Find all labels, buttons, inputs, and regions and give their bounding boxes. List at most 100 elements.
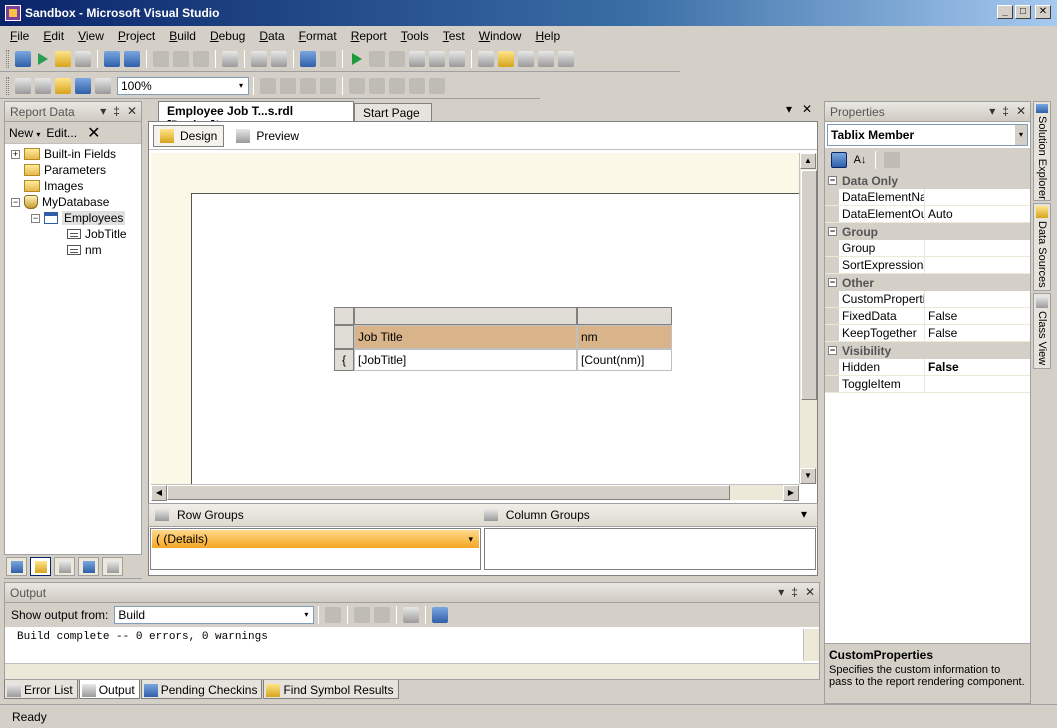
close-icon[interactable]: ✕: [805, 585, 815, 599]
tab-design[interactable]: Design: [153, 124, 225, 147]
tablix[interactable]: { Job Title nm [JobTitle] [Count(nm)]: [334, 307, 674, 373]
tree-item-employees[interactable]: − Employees: [5, 210, 141, 226]
save-icon[interactable]: [104, 50, 120, 67]
menu-project[interactable]: Project: [118, 29, 155, 43]
tab-pending-checkins[interactable]: Pending Checkins: [140, 680, 263, 699]
property-value[interactable]: False: [925, 308, 1030, 324]
delete-icon[interactable]: ✕: [87, 123, 100, 143]
word-wrap-icon[interactable]: [432, 607, 449, 623]
properties-window-icon[interactable]: [518, 50, 534, 67]
tools-icon[interactable]: [538, 50, 554, 67]
expand-icon[interactable]: +: [11, 149, 20, 159]
find-icon[interactable]: [222, 50, 238, 67]
tab-employee-report-design[interactable]: Employee Job T...s.rdl [Design]*: [158, 101, 354, 132]
property-row[interactable]: DataElementNam: [825, 189, 1030, 206]
find-in-files-icon[interactable]: [478, 50, 494, 67]
new-project-icon[interactable]: [15, 50, 31, 67]
tab-error-list[interactable]: Error List: [4, 680, 78, 699]
add-item-dropdown-icon[interactable]: [75, 50, 91, 67]
zoom-combobox[interactable]: 100% ▾: [117, 76, 249, 95]
output-horizontal-scrollbar[interactable]: [5, 663, 819, 679]
design-canvas[interactable]: { Job Title nm [JobTitle] [Count(nm)]: [151, 153, 799, 484]
menu-data[interactable]: Data: [259, 29, 284, 43]
categorized-icon[interactable]: [831, 152, 847, 168]
step-out-icon[interactable]: [449, 50, 465, 67]
collapse-icon[interactable]: −: [31, 213, 40, 223]
toolbox-tab-icon[interactable]: [30, 557, 51, 576]
solution-explorer-icon[interactable]: [498, 50, 514, 67]
pin-icon[interactable]: ‡: [113, 104, 120, 118]
menu-debug[interactable]: Debug: [210, 29, 245, 43]
tab-start-page[interactable]: Start Page: [354, 103, 432, 121]
category-visibility[interactable]: − Visibility: [825, 342, 1030, 359]
close-window-button[interactable]: ✕: [1035, 5, 1051, 19]
redo-icon[interactable]: [320, 50, 336, 67]
previous-message-icon[interactable]: [354, 607, 371, 623]
output-vertical-scrollbar[interactable]: [803, 629, 819, 661]
pause-icon[interactable]: [369, 50, 385, 67]
pin-icon[interactable]: ‡: [1002, 104, 1009, 118]
spacing-icon[interactable]: [300, 77, 316, 94]
active-files-dropdown-icon[interactable]: ▾: [786, 102, 792, 116]
category-other[interactable]: − Other: [825, 274, 1030, 291]
report-data-tab-icon[interactable]: [6, 557, 27, 576]
tab-class-view[interactable]: Class View: [1033, 293, 1051, 369]
tab-output[interactable]: Output: [78, 680, 140, 699]
align-icon[interactable]: [260, 77, 276, 94]
menu-tools[interactable]: Tools: [401, 29, 429, 43]
menu-help[interactable]: Help: [535, 29, 560, 43]
property-value[interactable]: [925, 189, 1030, 205]
tablix-corner-handle[interactable]: [334, 307, 354, 325]
new-button[interactable]: New ▾: [9, 126, 40, 140]
server-explorer-tab-icon[interactable]: [78, 557, 99, 576]
uncomment-icon[interactable]: [271, 50, 287, 67]
close-icon[interactable]: ✕: [1016, 104, 1026, 118]
undo-icon[interactable]: [300, 50, 316, 67]
property-value[interactable]: [925, 257, 1030, 273]
header-cell-nm[interactable]: nm: [577, 325, 672, 349]
menu-format[interactable]: Format: [299, 29, 337, 43]
collapse-icon[interactable]: −: [828, 176, 837, 185]
property-row[interactable]: FixedData False: [825, 308, 1030, 325]
report-properties-icon[interactable]: [55, 77, 71, 94]
tab-preview[interactable]: Preview: [230, 125, 305, 147]
comment-prev-icon[interactable]: [409, 77, 425, 94]
tools-tab-icon[interactable]: [54, 557, 75, 576]
close-document-icon[interactable]: ✕: [802, 102, 812, 116]
maximize-button[interactable]: □: [1015, 5, 1031, 19]
comment-next-icon[interactable]: [389, 77, 405, 94]
ruler-icon[interactable]: [75, 77, 91, 94]
tree-item-mydatabase[interactable]: − MyDatabase: [5, 194, 141, 210]
menu-report[interactable]: Report: [351, 29, 387, 43]
page-header-icon[interactable]: [35, 77, 51, 94]
category-data-only[interactable]: − Data Only: [825, 172, 1030, 189]
go-to-line-icon[interactable]: [325, 607, 342, 623]
add-new-item-icon[interactable]: [38, 52, 48, 65]
property-row[interactable]: KeepTogether False: [825, 325, 1030, 342]
step-into-icon[interactable]: [409, 50, 425, 67]
cut-icon[interactable]: [153, 50, 169, 67]
scroll-up-button[interactable]: ▲: [800, 153, 816, 169]
scroll-right-button[interactable]: ▶: [783, 485, 799, 501]
tab-solution-explorer[interactable]: Solution Explorer: [1033, 101, 1051, 201]
object-selector[interactable]: Tablix Member ▾: [827, 124, 1028, 146]
collapse-icon[interactable]: −: [828, 346, 837, 355]
chevron-down-icon[interactable]: ▾: [299, 607, 313, 623]
scroll-thumb[interactable]: [801, 170, 817, 400]
property-value[interactable]: Auto: [925, 206, 1030, 222]
tab-data-sources[interactable]: Data Sources: [1033, 203, 1051, 291]
size-icon[interactable]: [280, 77, 296, 94]
menu-test[interactable]: Test: [443, 29, 465, 43]
details-row-handle[interactable]: {: [334, 349, 354, 371]
property-row[interactable]: SortExpressions: [825, 257, 1030, 274]
grid-icon[interactable]: [95, 77, 111, 94]
property-value[interactable]: False: [925, 325, 1030, 341]
clear-all-icon[interactable]: [403, 607, 420, 623]
comment-delete-icon[interactable]: [429, 77, 445, 94]
tree-item-images[interactable]: Images: [5, 178, 141, 194]
pin-icon[interactable]: ‡: [791, 585, 798, 599]
scroll-left-button[interactable]: ◀: [151, 485, 167, 501]
grouping-options-dropdown-icon[interactable]: ▾: [801, 507, 807, 521]
column-handle[interactable]: [354, 307, 577, 325]
document-outline-tab-icon[interactable]: [102, 557, 123, 576]
